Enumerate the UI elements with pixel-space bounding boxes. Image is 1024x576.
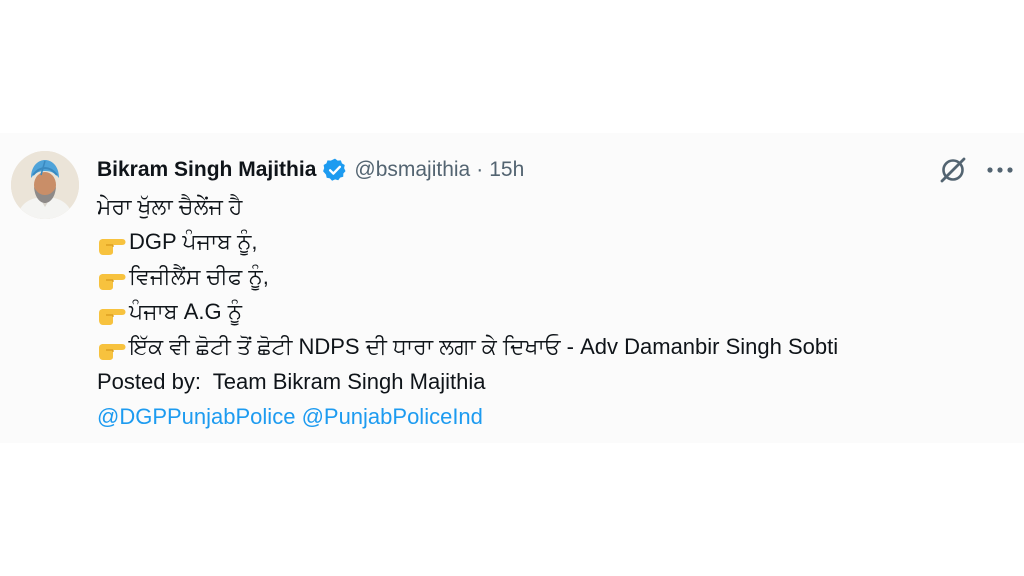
posted-by-text: Posted by: Team Bikram Singh Majithia bbox=[97, 369, 486, 394]
mentions-line: @DGPPunjabPolice @PunjabPoliceInd bbox=[97, 399, 838, 434]
tweet-line: ਵਿਜੀਲੈਂਸ ਚੀਫ ਨੂੰ, bbox=[97, 259, 838, 294]
tweet-card[interactable]: Bikram Singh Majithia @bsmajithia · 15h … bbox=[0, 133, 1024, 443]
tweet-line-text: ਮੇਰਾ ਖੁੱਲਾ ਚੈਲੇਂਜ ਹੈ bbox=[97, 194, 243, 219]
tweet-line: ਮੇਰਾ ਖੁੱਲਾ ਚੈਲੇਂਜ ਹੈ bbox=[97, 189, 838, 224]
tweet-line-text: ਇੱਕ ਵੀ ਛੋਟੀ ਤੋਂ ਛੋਟੀ NDPS ਦੀ ਧਾਰਾ ਲਗਾ ਕੇ… bbox=[129, 334, 839, 359]
pointing-right-emoji-icon bbox=[97, 231, 127, 255]
tweet-line-text: ਪੰਜਾਬ A.G ਨੂੰ bbox=[129, 299, 242, 324]
grok-icon[interactable] bbox=[938, 155, 968, 185]
pointing-right-emoji-icon bbox=[97, 336, 127, 360]
more-options-icon[interactable] bbox=[984, 155, 1016, 185]
posted-by-line: Posted by: Team Bikram Singh Majithia bbox=[97, 364, 838, 399]
author-handle[interactable]: @bsmajithia bbox=[354, 158, 470, 182]
tweet-line: ਇੱਕ ਵੀ ਛੋਟੀ ਤੋਂ ਛੋਟੀ NDPS ਦੀ ਧਾਰਾ ਲਗਾ ਕੇ… bbox=[97, 329, 838, 364]
avatar[interactable] bbox=[11, 151, 79, 219]
verified-badge-icon bbox=[322, 157, 348, 183]
avatar-image bbox=[11, 151, 79, 219]
separator-dot: · bbox=[476, 158, 484, 181]
author-name[interactable]: Bikram Singh Majithia bbox=[97, 158, 316, 182]
tweet-line-text: ਵਿਜੀਲੈਂਸ ਚੀਫ ਨੂੰ, bbox=[129, 264, 269, 289]
pointing-right-emoji-icon bbox=[97, 301, 127, 325]
tweet-header: Bikram Singh Majithia @bsmajithia · 15h bbox=[97, 153, 524, 187]
timestamp[interactable]: 15h bbox=[489, 158, 524, 182]
tweet-text: ਮੇਰਾ ਖੁੱਲਾ ਚੈਲੇਂਜ ਹੈ DGP ਪੰਜਾਬ ਨੂੰ, ਵਿਜੀ… bbox=[97, 189, 838, 434]
tweet-line-text: DGP ਪੰਜਾਬ ਨੂੰ, bbox=[129, 229, 258, 254]
mention-link-dgp-punjab-police[interactable]: @DGPPunjabPolice bbox=[97, 399, 295, 434]
tweet-line: DGP ਪੰਜਾਬ ਨੂੰ, bbox=[97, 224, 838, 259]
pointing-right-emoji-icon bbox=[97, 266, 127, 290]
tweet-line: ਪੰਜਾਬ A.G ਨੂੰ bbox=[97, 294, 838, 329]
mention-link-punjab-police-ind[interactable]: @PunjabPoliceInd bbox=[302, 399, 483, 434]
